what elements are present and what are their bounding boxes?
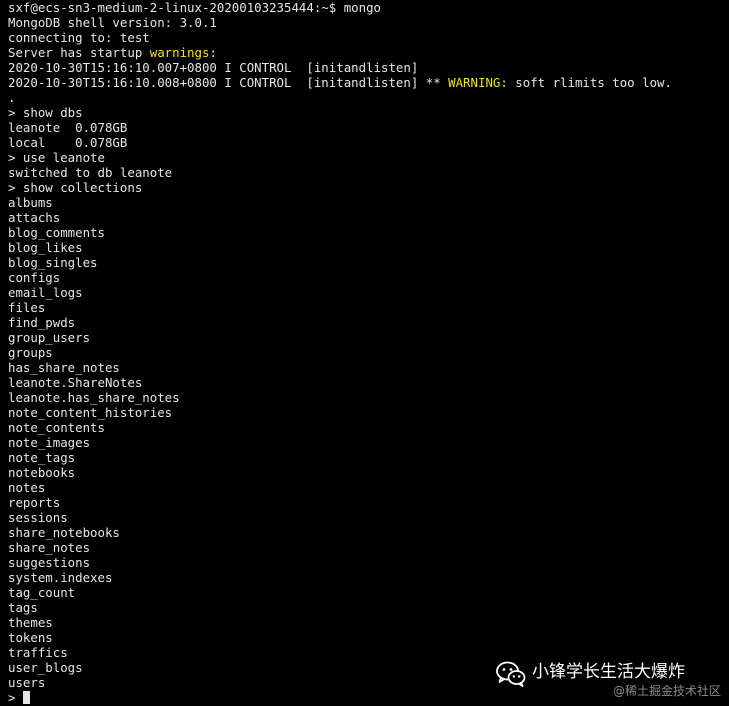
collection-entry: configs [8, 270, 61, 285]
watermark: 小锋学长生活大爆炸 @稀土掘金技术社区 [496, 659, 721, 701]
db-entry: leanote 0.078GB [8, 120, 128, 135]
collection-entry: notes [8, 480, 46, 495]
collection-entry: share_notes [8, 540, 91, 555]
collection-entry: blog_comments [8, 225, 105, 240]
dbs-list: leanote 0.078GB local 0.078GB [8, 120, 729, 150]
command-show-dbs: > show dbs [8, 105, 83, 120]
db-entry: local 0.078GB [8, 135, 128, 150]
collection-entry: notebooks [8, 465, 76, 480]
log-line-2: 2020-10-30T15:16:10.008+0800 I CONTROL [… [8, 75, 729, 90]
collection-entry: suggestions [8, 555, 91, 570]
text-cursor [22, 691, 30, 704]
collection-entry: note_images [8, 435, 91, 450]
watermark-site: @稀土掘金技术社区 [612, 684, 721, 698]
collection-entry: has_share_notes [8, 360, 120, 375]
collection-entry: blog_likes [8, 240, 83, 255]
collections-list: albums attachs blog_comments blog_likes blog… [8, 195, 729, 690]
collection-entry: note_contents [8, 420, 105, 435]
collection-entry: traffics [8, 645, 68, 660]
collection-entry: email_logs [8, 285, 83, 300]
switched-line: switched to db leanote [8, 165, 173, 180]
log2-prefix: 2020-10-30T15:16:10.008+0800 I CONTROL [… [8, 75, 449, 90]
startup-prefix: Server has startup [8, 45, 150, 60]
startup-warnings-line: Server has startup warnings: [8, 45, 729, 60]
log2-warning-word: WARNING: [448, 75, 508, 90]
collection-entry: leanote.has_share_notes [8, 390, 180, 405]
collection-entry: note_tags [8, 450, 76, 465]
startup-suffix: : [209, 45, 217, 60]
shell-version-line: MongoDB shell version: 3.0.1 [8, 15, 217, 30]
command-use-leanote: > use leanote [8, 150, 105, 165]
terminal-window[interactable]: sxf@ecs-sn3-medium-2-linux-2020010323544… [0, 0, 729, 706]
collection-entry: system.indexes [8, 570, 113, 585]
collection-entry: tags [8, 600, 38, 615]
log2-suffix: soft rlimits too low. [507, 75, 672, 90]
connecting-line: connecting to: test [8, 30, 150, 45]
collection-entry: tag_count [8, 585, 76, 600]
wechat-icon [496, 661, 526, 687]
collection-entry: groups [8, 345, 53, 360]
watermark-account: 小锋学长生活大爆炸 [532, 662, 685, 682]
collection-entry: tokens [8, 630, 53, 645]
collection-entry: find_pwds [8, 315, 76, 330]
collection-entry: blog_singles [8, 255, 98, 270]
collection-entry: themes [8, 615, 53, 630]
shell-prompt-line: sxf@ecs-sn3-medium-2-linux-2020010323544… [8, 0, 381, 15]
collection-entry: group_users [8, 330, 91, 345]
collection-entry: albums [8, 195, 53, 210]
collection-entry: sessions [8, 510, 68, 525]
collection-entry: share_notebooks [8, 525, 120, 540]
collection-entry: leanote.ShareNotes [8, 375, 143, 390]
startup-warnings-word: warnings [149, 45, 210, 60]
collection-entry: note_content_histories [8, 405, 173, 420]
command-show-collections: > show collections [8, 180, 143, 195]
dot-line: . [8, 90, 16, 105]
log-line-1: 2020-10-30T15:16:10.007+0800 I CONTROL [… [8, 60, 419, 75]
input-prompt: > [8, 690, 23, 705]
collection-entry: reports [8, 495, 61, 510]
collection-entry: attachs [8, 210, 61, 225]
collection-entry: files [8, 300, 46, 315]
